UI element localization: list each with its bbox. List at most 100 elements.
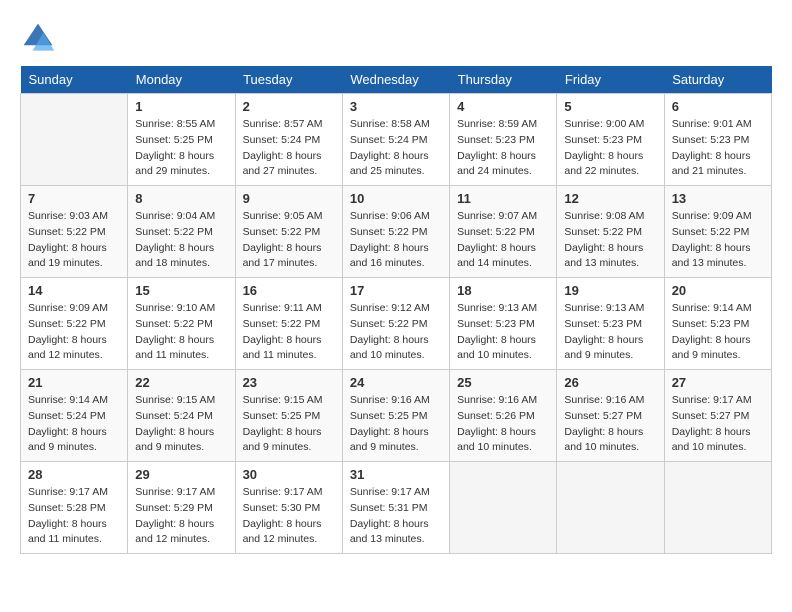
calendar-cell: 13 Sunrise: 9:09 AM Sunset: 5:22 PM Dayli… <box>664 186 771 278</box>
header-day-monday: Monday <box>128 66 235 94</box>
day-number: 2 <box>243 99 335 114</box>
day-number: 8 <box>135 191 227 206</box>
calendar-table: SundayMondayTuesdayWednesdayThursdayFrid… <box>20 66 772 554</box>
day-info: Sunrise: 9:06 AM Sunset: 5:22 PM Dayligh… <box>350 209 442 272</box>
day-info: Sunrise: 9:11 AM Sunset: 5:22 PM Dayligh… <box>243 301 335 364</box>
calendar-cell <box>557 462 664 554</box>
day-info: Sunrise: 9:13 AM Sunset: 5:23 PM Dayligh… <box>457 301 549 364</box>
calendar-cell: 5 Sunrise: 9:00 AM Sunset: 5:23 PM Daylig… <box>557 94 664 186</box>
calendar-cell: 18 Sunrise: 9:13 AM Sunset: 5:23 PM Dayli… <box>450 278 557 370</box>
calendar-cell: 30Sunrise: 9:17 AM Sunset: 5:30 PM Dayli… <box>235 462 342 554</box>
calendar-cell: 10Sunrise: 9:06 AM Sunset: 5:22 PM Dayli… <box>342 186 449 278</box>
day-number: 9 <box>243 191 335 206</box>
day-number: 20 <box>672 283 764 298</box>
day-info: Sunrise: 9:14 AM Sunset: 5:24 PM Dayligh… <box>28 393 120 456</box>
day-info: Sunrise: 9:05 AM Sunset: 5:22 PM Dayligh… <box>243 209 335 272</box>
calendar-cell: 16Sunrise: 9:11 AM Sunset: 5:22 PM Dayli… <box>235 278 342 370</box>
day-number: 30 <box>243 467 335 482</box>
day-info: Sunrise: 9:00 AM Sunset: 5:23 PM Dayligh… <box>564 117 656 180</box>
calendar-cell <box>450 462 557 554</box>
day-info: Sunrise: 8:57 AM Sunset: 5:24 PM Dayligh… <box>243 117 335 180</box>
day-number: 27 <box>672 375 764 390</box>
day-info: Sunrise: 9:16 AM Sunset: 5:25 PM Dayligh… <box>350 393 442 456</box>
calendar-cell: 31Sunrise: 9:17 AM Sunset: 5:31 PM Dayli… <box>342 462 449 554</box>
day-number: 21 <box>28 375 120 390</box>
calendar-cell: 17 Sunrise: 9:12 AM Sunset: 5:22 PM Dayli… <box>342 278 449 370</box>
day-info: Sunrise: 9:16 AM Sunset: 5:27 PM Dayligh… <box>564 393 656 456</box>
day-info: Sunrise: 9:08 AM Sunset: 5:22 PM Dayligh… <box>564 209 656 272</box>
calendar-cell: 14 Sunrise: 9:09 AM Sunset: 5:22 PM Dayli… <box>21 278 128 370</box>
calendar-cell: 28 Sunrise: 9:17 AM Sunset: 5:28 PM Dayli… <box>21 462 128 554</box>
calendar-cell: 7Sunrise: 9:03 AM Sunset: 5:22 PM Daylig… <box>21 186 128 278</box>
calendar-cell: 6 Sunrise: 9:01 AM Sunset: 5:23 PM Daylig… <box>664 94 771 186</box>
week-row-1: 1 Sunrise: 8:55 AM Sunset: 5:25 PM Daylig… <box>21 94 772 186</box>
day-info: Sunrise: 8:58 AM Sunset: 5:24 PM Dayligh… <box>350 117 442 180</box>
logo-icon <box>20 20 56 56</box>
day-info: Sunrise: 9:17 AM Sunset: 5:28 PM Dayligh… <box>28 485 120 548</box>
day-info: Sunrise: 9:16 AM Sunset: 5:26 PM Dayligh… <box>457 393 549 456</box>
week-row-2: 7Sunrise: 9:03 AM Sunset: 5:22 PM Daylig… <box>21 186 772 278</box>
calendar-cell: 25 Sunrise: 9:16 AM Sunset: 5:26 PM Dayli… <box>450 370 557 462</box>
day-info: Sunrise: 9:17 AM Sunset: 5:31 PM Dayligh… <box>350 485 442 548</box>
day-info: Sunrise: 9:03 AM Sunset: 5:22 PM Dayligh… <box>28 209 120 272</box>
header-day-wednesday: Wednesday <box>342 66 449 94</box>
header-day-saturday: Saturday <box>664 66 771 94</box>
day-number: 17 <box>350 283 442 298</box>
calendar-cell: 29Sunrise: 9:17 AM Sunset: 5:29 PM Dayli… <box>128 462 235 554</box>
day-info: Sunrise: 9:15 AM Sunset: 5:25 PM Dayligh… <box>243 393 335 456</box>
calendar-cell: 12 Sunrise: 9:08 AM Sunset: 5:22 PM Dayli… <box>557 186 664 278</box>
day-info: Sunrise: 8:59 AM Sunset: 5:23 PM Dayligh… <box>457 117 549 180</box>
calendar-cell <box>21 94 128 186</box>
day-number: 3 <box>350 99 442 114</box>
calendar-cell: 11 Sunrise: 9:07 AM Sunset: 5:22 PM Dayli… <box>450 186 557 278</box>
day-number: 25 <box>457 375 549 390</box>
day-number: 29 <box>135 467 227 482</box>
calendar-cell: 27 Sunrise: 9:17 AM Sunset: 5:27 PM Dayli… <box>664 370 771 462</box>
calendar-cell: 8 Sunrise: 9:04 AM Sunset: 5:22 PM Daylig… <box>128 186 235 278</box>
calendar-cell: 19 Sunrise: 9:13 AM Sunset: 5:23 PM Dayli… <box>557 278 664 370</box>
header-day-tuesday: Tuesday <box>235 66 342 94</box>
day-info: Sunrise: 9:09 AM Sunset: 5:22 PM Dayligh… <box>28 301 120 364</box>
day-info: Sunrise: 9:15 AM Sunset: 5:24 PM Dayligh… <box>135 393 227 456</box>
day-number: 11 <box>457 191 549 206</box>
day-info: Sunrise: 9:04 AM Sunset: 5:22 PM Dayligh… <box>135 209 227 272</box>
day-info: Sunrise: 9:09 AM Sunset: 5:22 PM Dayligh… <box>672 209 764 272</box>
calendar-cell: 20 Sunrise: 9:14 AM Sunset: 5:23 PM Dayli… <box>664 278 771 370</box>
week-row-3: 14 Sunrise: 9:09 AM Sunset: 5:22 PM Dayli… <box>21 278 772 370</box>
calendar-cell: 26 Sunrise: 9:16 AM Sunset: 5:27 PM Dayli… <box>557 370 664 462</box>
header-row: SundayMondayTuesdayWednesdayThursdayFrid… <box>21 66 772 94</box>
day-number: 1 <box>135 99 227 114</box>
calendar-cell <box>664 462 771 554</box>
day-info: Sunrise: 9:12 AM Sunset: 5:22 PM Dayligh… <box>350 301 442 364</box>
day-info: Sunrise: 9:10 AM Sunset: 5:22 PM Dayligh… <box>135 301 227 364</box>
day-number: 22 <box>135 375 227 390</box>
calendar-cell: 2 Sunrise: 8:57 AM Sunset: 5:24 PM Daylig… <box>235 94 342 186</box>
week-row-5: 28 Sunrise: 9:17 AM Sunset: 5:28 PM Dayli… <box>21 462 772 554</box>
day-number: 13 <box>672 191 764 206</box>
day-number: 5 <box>564 99 656 114</box>
day-number: 14 <box>28 283 120 298</box>
day-info: Sunrise: 8:55 AM Sunset: 5:25 PM Dayligh… <box>135 117 227 180</box>
day-info: Sunrise: 9:17 AM Sunset: 5:27 PM Dayligh… <box>672 393 764 456</box>
calendar-cell: 21 Sunrise: 9:14 AM Sunset: 5:24 PM Dayli… <box>21 370 128 462</box>
day-info: Sunrise: 9:14 AM Sunset: 5:23 PM Dayligh… <box>672 301 764 364</box>
logo <box>20 20 60 56</box>
calendar-cell: 4 Sunrise: 8:59 AM Sunset: 5:23 PM Daylig… <box>450 94 557 186</box>
day-number: 18 <box>457 283 549 298</box>
day-number: 12 <box>564 191 656 206</box>
day-info: Sunrise: 9:13 AM Sunset: 5:23 PM Dayligh… <box>564 301 656 364</box>
calendar-cell: 23 Sunrise: 9:15 AM Sunset: 5:25 PM Dayli… <box>235 370 342 462</box>
header-day-friday: Friday <box>557 66 664 94</box>
calendar-cell: 3 Sunrise: 8:58 AM Sunset: 5:24 PM Daylig… <box>342 94 449 186</box>
page-header <box>20 20 772 56</box>
day-number: 6 <box>672 99 764 114</box>
day-number: 4 <box>457 99 549 114</box>
day-number: 23 <box>243 375 335 390</box>
day-number: 26 <box>564 375 656 390</box>
day-info: Sunrise: 9:01 AM Sunset: 5:23 PM Dayligh… <box>672 117 764 180</box>
day-number: 19 <box>564 283 656 298</box>
day-number: 15 <box>135 283 227 298</box>
day-info: Sunrise: 9:07 AM Sunset: 5:22 PM Dayligh… <box>457 209 549 272</box>
header-day-sunday: Sunday <box>21 66 128 94</box>
day-number: 28 <box>28 467 120 482</box>
